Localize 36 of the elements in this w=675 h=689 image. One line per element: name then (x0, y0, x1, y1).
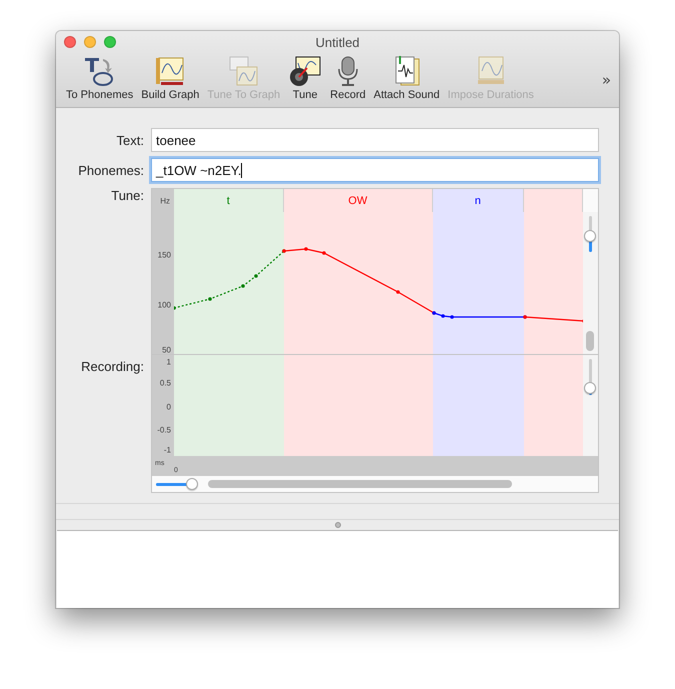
scrollbar[interactable] (583, 212, 598, 354)
minimize-button[interactable] (84, 36, 96, 48)
field-label: Phonemes: (77, 162, 145, 178)
axis-tick-label: 0.5 (160, 378, 171, 388)
axis-tick-label: 100 (158, 300, 171, 310)
axis-tick-label: 150 (158, 250, 171, 260)
scrollbar[interactable] (208, 480, 512, 488)
dial-graph-icon (288, 55, 322, 87)
field-label: Tune: (110, 188, 145, 205)
axis-tick-label: 50 (162, 346, 171, 354)
input-field[interactable]: toenee (151, 128, 599, 152)
phoneme-header: t (174, 189, 284, 212)
toolbar-button[interactable]: Tune (284, 55, 326, 107)
field-label: Recording: (80, 359, 145, 374)
time-zoom-slider[interactable] (156, 478, 198, 490)
window-title: Untitled (315, 34, 360, 50)
toolbar-button[interactable]: To Phonemes (62, 55, 138, 107)
axis-tick-label: -1 (164, 446, 171, 454)
toolbar-button[interactable]: Build Graph (137, 55, 204, 107)
zoom-button[interactable] (104, 36, 116, 48)
toolbar-overflow-button[interactable]: » (598, 71, 615, 107)
axis-tick-label: -0.5 (157, 426, 171, 434)
phoneme-header: n (432, 189, 524, 212)
scroll-thumb[interactable] (586, 331, 594, 351)
unit-label: Hz (160, 196, 170, 206)
axis-tick-label: 0 (166, 402, 171, 412)
axis-tick-label: 1 (166, 358, 171, 366)
close-button[interactable] (64, 36, 76, 48)
pitch-contour[interactable] (523, 315, 584, 323)
split-handle[interactable] (334, 522, 340, 528)
toolbar-button[interactable]: Attach Sound (370, 55, 444, 107)
phoneme-header: OW (284, 189, 433, 212)
input-field[interactable]: _t1OW ~n2EY. (151, 158, 599, 182)
scrollbar[interactable] (583, 355, 598, 456)
field-label: Text: (116, 132, 145, 148)
toolbar-button[interactable]: Record (326, 55, 370, 107)
